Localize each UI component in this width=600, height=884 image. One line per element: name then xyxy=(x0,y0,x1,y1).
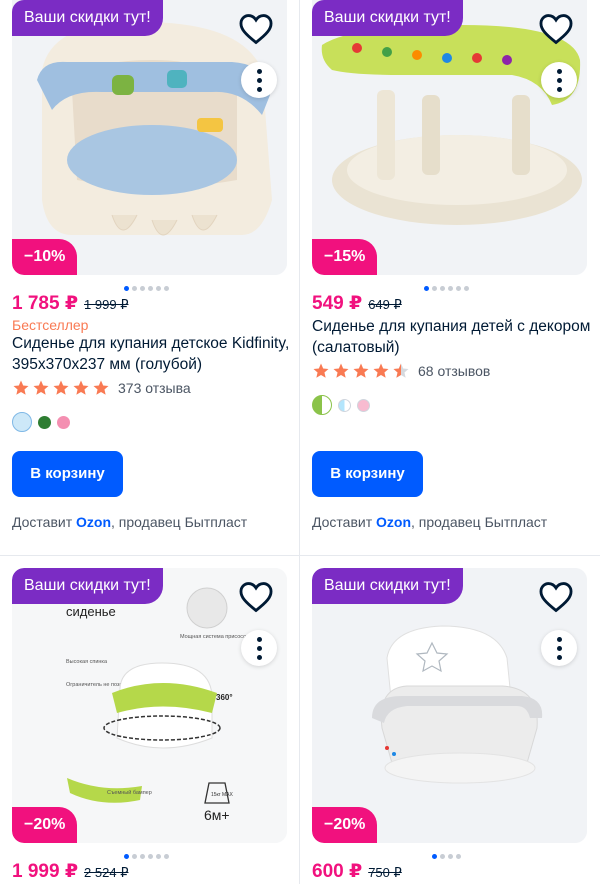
favorite-heart-icon[interactable] xyxy=(237,10,275,48)
old-price: 2 524 ₽ xyxy=(84,865,129,880)
more-options-icon[interactable] xyxy=(241,630,277,666)
star-icon xyxy=(53,380,69,395)
color-swatch-green[interactable] xyxy=(38,415,51,429)
image-pager-dots xyxy=(432,854,461,860)
image-text-rotate: 360° xyxy=(216,693,233,702)
image-text-bumper: Съемный бампер xyxy=(107,789,152,796)
price: 549 ₽649 ₽ xyxy=(312,293,402,314)
product-card[interactable]: Ваши скидки тут! −20% 600 ₽750 ₽ xyxy=(300,556,600,884)
rating-stars xyxy=(312,362,410,380)
promo-badge[interactable]: Ваши скидки тут! xyxy=(312,0,463,36)
image-pager-dots xyxy=(124,854,169,860)
more-options-icon[interactable] xyxy=(541,630,577,666)
product-image[interactable]: Ваши скидки тут! −10% xyxy=(12,0,287,275)
image-pager-dots xyxy=(124,286,169,292)
old-price: 1 999 ₽ xyxy=(84,297,129,312)
color-swatches xyxy=(312,395,370,415)
product-image[interactable]: сиденье Мощная система присосок Высокая … xyxy=(12,568,287,843)
discount-badge: −20% xyxy=(12,807,78,843)
more-options-icon[interactable] xyxy=(241,62,277,98)
favorite-heart-icon[interactable] xyxy=(537,10,575,48)
image-text-suction: Мощная система присосок xyxy=(180,634,249,640)
old-price: 649 ₽ xyxy=(368,297,402,312)
price: 1 999 ₽2 524 ₽ xyxy=(12,861,129,882)
product-image[interactable]: Ваши скидки тут! −20% xyxy=(312,568,587,843)
reviews-count[interactable]: 68 отзывов xyxy=(418,363,490,379)
ozon-link[interactable]: Ozon xyxy=(76,514,111,530)
image-text-weight: 15кг MAX xyxy=(211,792,233,798)
discount-badge: −15% xyxy=(312,239,378,275)
product-card[interactable]: Ваши скидки тут! −10% 1 785 ₽1 999 ₽ Бес… xyxy=(0,0,300,555)
bestseller-label: Бестселлер xyxy=(12,317,89,333)
favorite-heart-icon[interactable] xyxy=(537,578,575,616)
product-title[interactable]: Сиденье для купания детское Kidfinity, 3… xyxy=(12,333,292,375)
product-card[interactable]: сиденье Мощная система присосок Высокая … xyxy=(0,556,300,884)
promo-badge[interactable]: Ваши скидки тут! xyxy=(312,568,463,604)
color-swatches xyxy=(12,412,70,432)
color-swatch-light-blue[interactable] xyxy=(12,412,32,432)
promo-badge[interactable]: Ваши скидки тут! xyxy=(12,0,163,36)
product-grid: Ваши скидки тут! −10% 1 785 ₽1 999 ₽ Бес… xyxy=(0,0,600,884)
color-swatch-light-blue[interactable] xyxy=(338,398,351,412)
star-icon xyxy=(73,380,89,395)
product-title[interactable]: Сиденье для купания детей с декором (сал… xyxy=(312,316,592,358)
delivery-info: Доставит Ozon, продавец Бытпласт xyxy=(12,514,248,530)
ozon-link[interactable]: Ozon xyxy=(376,514,411,530)
favorite-heart-icon[interactable] xyxy=(237,578,275,616)
star-icon xyxy=(313,363,329,378)
image-text-age: 6м+ xyxy=(204,807,230,823)
image-text-heading: сиденье xyxy=(66,604,116,619)
discount-badge: −20% xyxy=(312,807,378,843)
color-swatch-lime[interactable] xyxy=(312,395,332,415)
star-icon xyxy=(373,363,389,378)
color-swatch-pink[interactable] xyxy=(57,415,70,429)
product-image[interactable]: Ваши скидки тут! −15% xyxy=(312,0,587,275)
add-to-cart-button[interactable]: В корзину xyxy=(12,451,123,497)
delivery-info: Доставит Ozon, продавец Бытпласт xyxy=(312,514,548,530)
star-icon xyxy=(13,380,29,395)
star-icon xyxy=(93,380,109,395)
reviews-count[interactable]: 373 отзыва xyxy=(118,380,191,396)
color-swatch-pink[interactable] xyxy=(357,398,370,412)
image-pager-dots xyxy=(424,286,469,292)
image-text-back: Высокая спинка xyxy=(66,659,108,665)
price: 600 ₽750 ₽ xyxy=(312,861,402,882)
add-to-cart-button[interactable]: В корзину xyxy=(312,451,423,497)
old-price: 750 ₽ xyxy=(368,865,402,880)
discount-badge: −10% xyxy=(12,239,78,275)
rating[interactable]: 68 отзывов xyxy=(312,361,490,381)
more-options-icon[interactable] xyxy=(541,62,577,98)
rating[interactable]: 373 отзыва xyxy=(12,378,191,398)
price: 1 785 ₽1 999 ₽ xyxy=(12,293,129,314)
rating-stars xyxy=(12,379,110,397)
star-icon xyxy=(33,380,49,395)
product-card[interactable]: Ваши скидки тут! −15% 549 ₽649 ₽ Сиденье… xyxy=(300,0,600,555)
half-star-icon xyxy=(393,363,409,378)
star-icon xyxy=(353,363,369,378)
promo-badge[interactable]: Ваши скидки тут! xyxy=(12,568,163,604)
star-icon xyxy=(333,363,349,378)
